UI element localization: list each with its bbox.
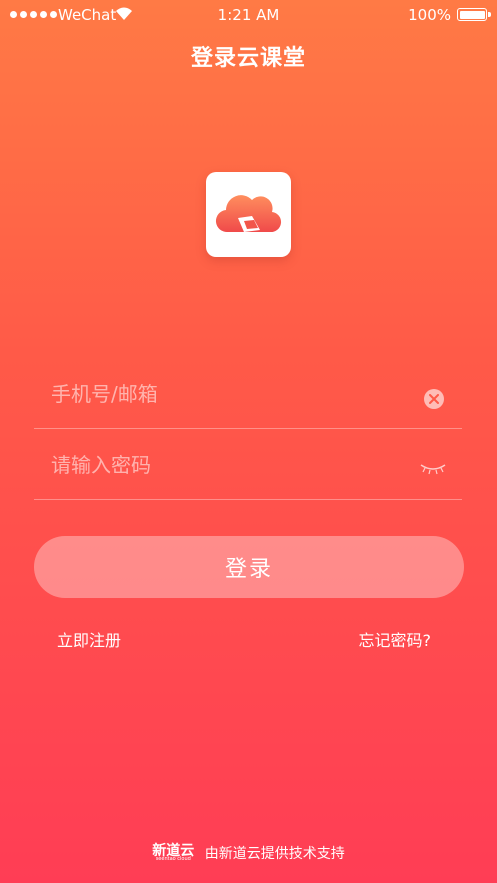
footer-text: 由新道云提供技术支持 (204, 846, 345, 862)
status-bar: WeChat 1:21 AM 100% (0, 0, 497, 30)
footer-logo-subtext: seentao cloud (155, 856, 191, 862)
login-button[interactable]: 登录 (34, 536, 464, 598)
password-field (34, 429, 462, 501)
clear-icon[interactable] (424, 389, 444, 409)
forgot-password-link[interactable]: 忘记密码? (359, 627, 432, 651)
app-logo (206, 172, 291, 257)
page-title: 登录云课堂 (190, 46, 306, 71)
battery-icon (457, 8, 491, 21)
phone-email-input[interactable] (49, 358, 413, 430)
phone-email-field (34, 358, 462, 430)
cloud-logo-icon (215, 195, 282, 233)
register-link[interactable]: 立即注册 (57, 627, 121, 651)
password-input[interactable] (49, 429, 413, 501)
footer: 新道云 seentao cloud 由新道云提供技术支持 (0, 843, 497, 863)
eye-closed-icon[interactable] (420, 463, 446, 475)
battery-percent: 100% (408, 6, 451, 24)
seentao-logo: 新道云 seentao cloud (152, 840, 194, 862)
